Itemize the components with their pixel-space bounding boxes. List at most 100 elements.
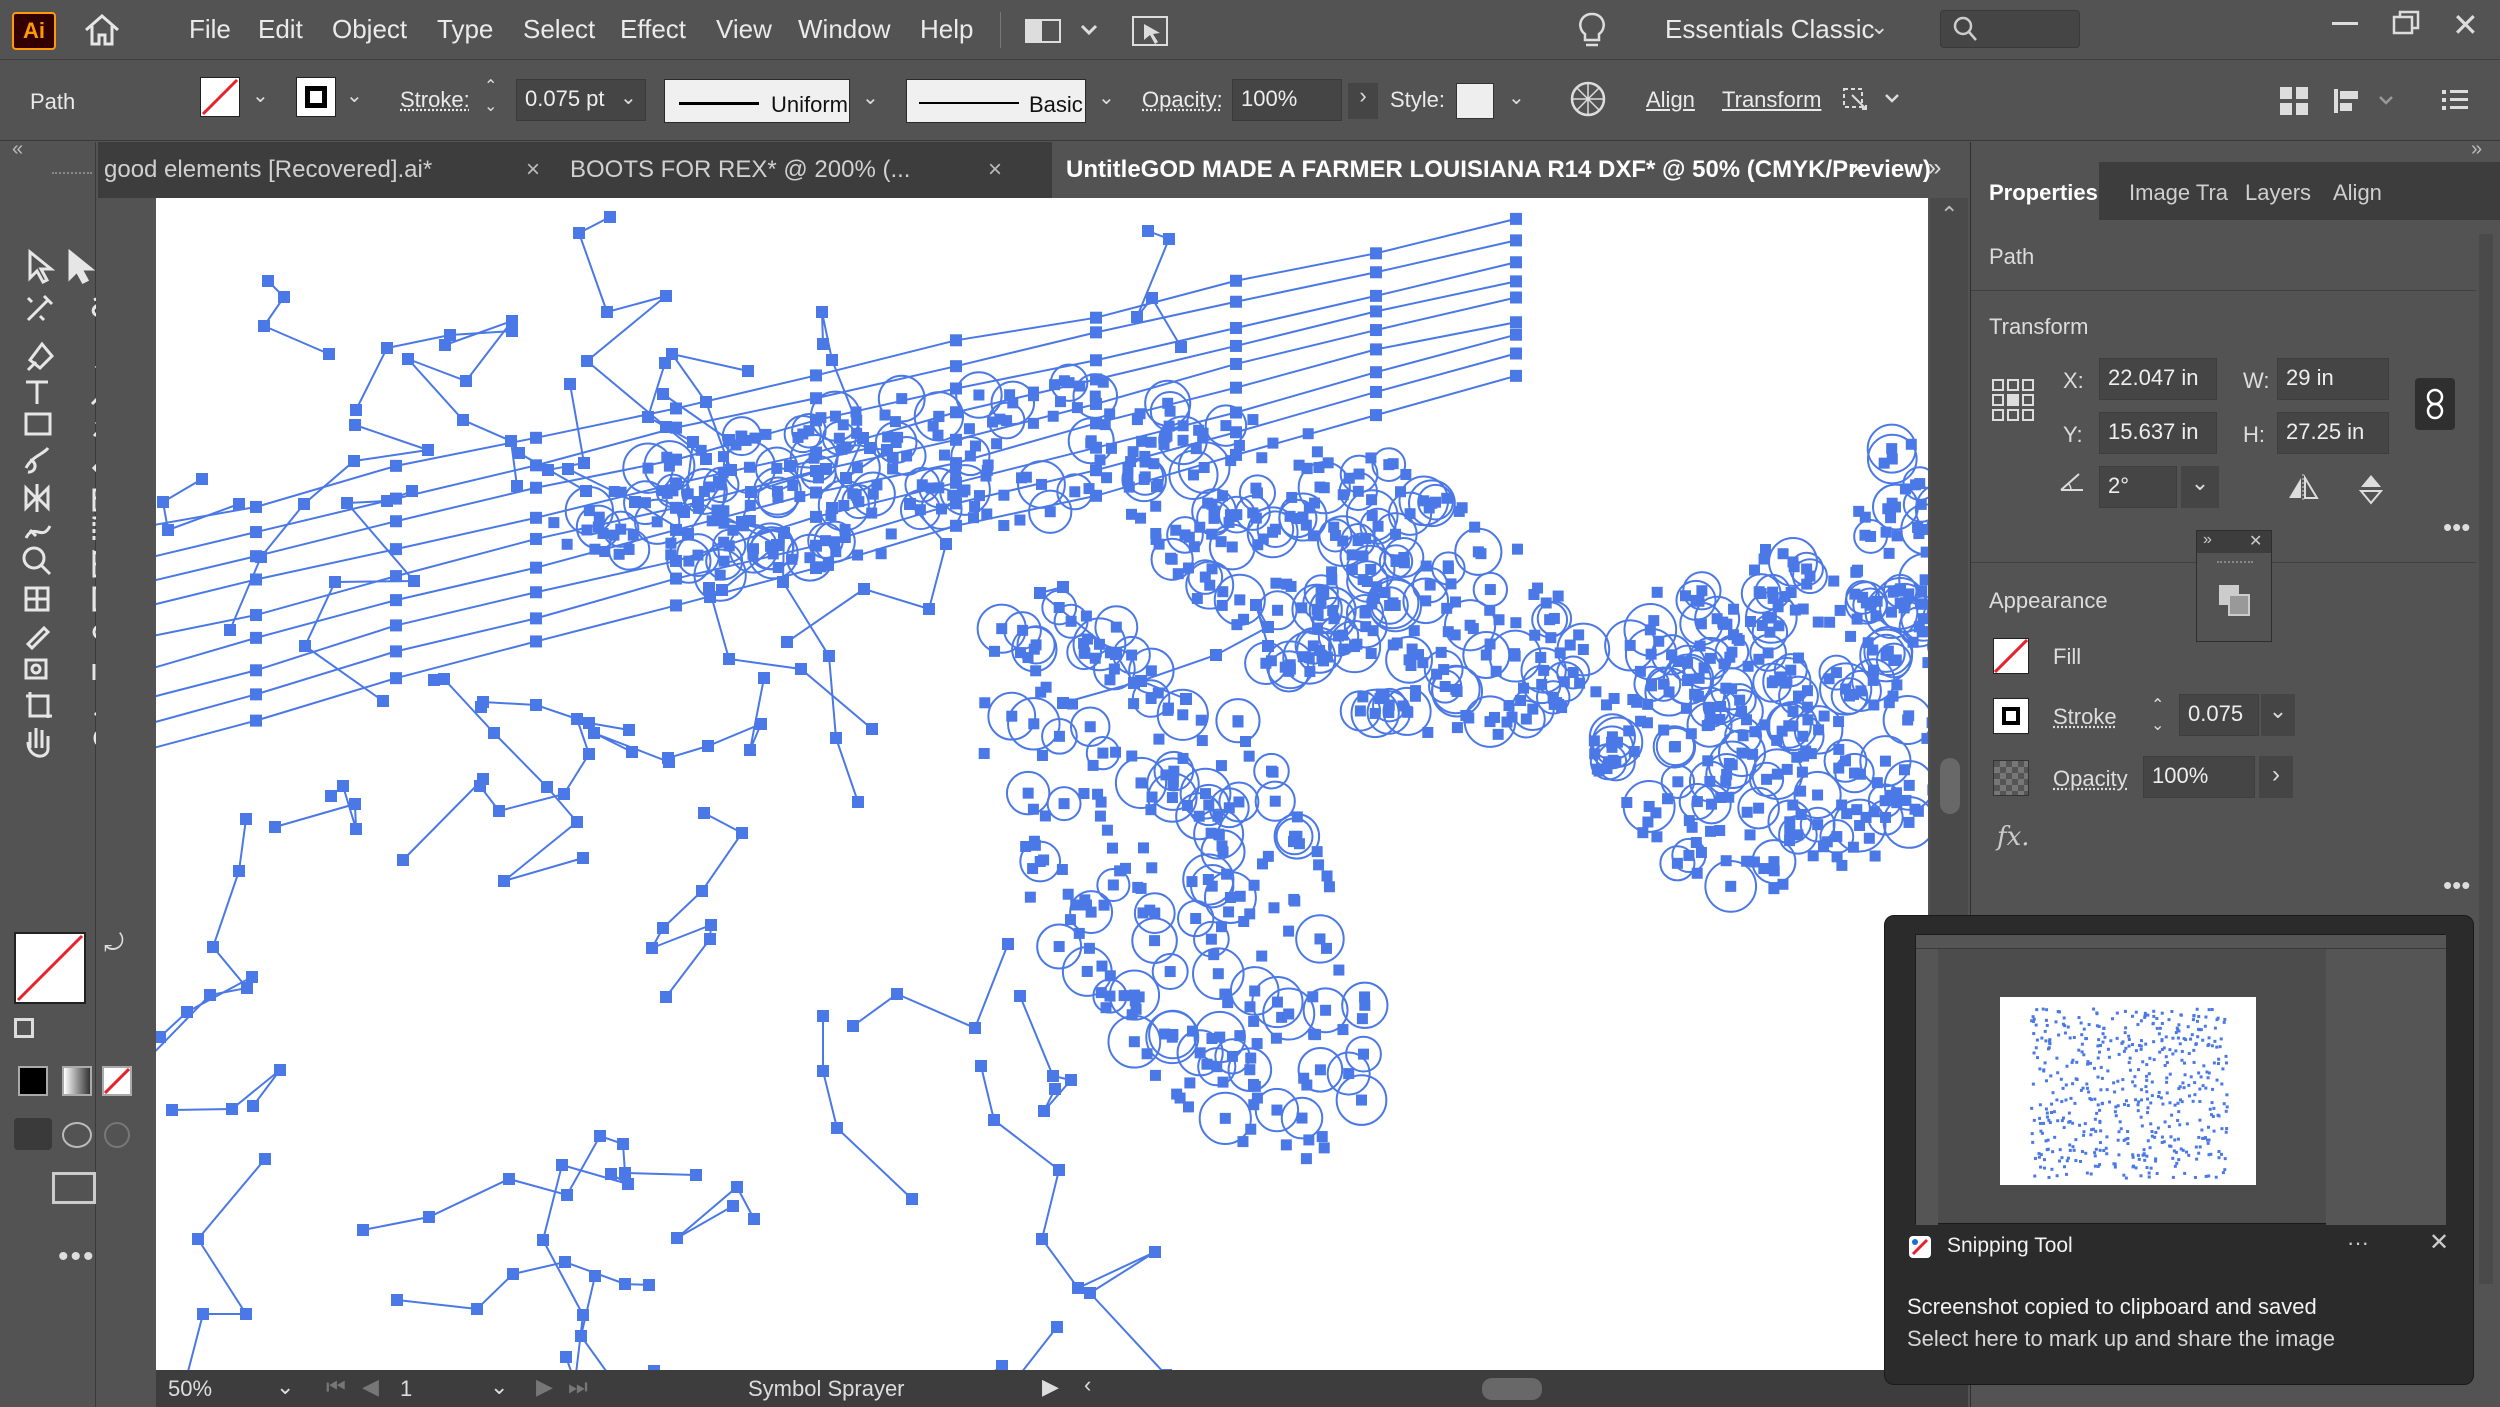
stroke-label[interactable]: Stroke: bbox=[400, 87, 470, 113]
flip-vertical-icon[interactable] bbox=[2357, 472, 2385, 511]
chevron-down-icon[interactable]: ⌄ bbox=[252, 83, 269, 108]
chevron-right-icon[interactable]: › bbox=[2259, 756, 2293, 798]
opacity-label[interactable]: Opacity bbox=[2053, 766, 2128, 792]
chevron-right-icon[interactable]: › bbox=[1348, 83, 1378, 119]
align-options-icon[interactable] bbox=[2332, 85, 2402, 122]
recolor-artwork-icon[interactable] bbox=[1568, 79, 1608, 124]
w-input[interactable]: 29 in bbox=[2277, 358, 2389, 400]
home-icon[interactable] bbox=[82, 12, 122, 53]
reference-point-icon[interactable] bbox=[1991, 378, 2035, 427]
constrain-proportions-icon[interactable] bbox=[2415, 378, 2455, 430]
h-input[interactable]: 27.25 in bbox=[2277, 412, 2389, 454]
transform-link[interactable]: Transform bbox=[1722, 87, 1821, 113]
chevron-down-icon[interactable]: ⌄ bbox=[490, 1374, 508, 1400]
none-mode-icon[interactable] bbox=[102, 1066, 132, 1096]
chevron-down-icon[interactable]: ⌄ bbox=[620, 85, 637, 110]
restore-icon[interactable] bbox=[2390, 8, 2424, 43]
more-options-icon[interactable]: ··· bbox=[2347, 1230, 2369, 1256]
menu-help[interactable]: Help bbox=[920, 14, 973, 45]
zoom-level[interactable]: 50% bbox=[168, 1376, 212, 1402]
scroll-up-icon[interactable]: ⌃ bbox=[1940, 202, 1958, 228]
more-options-icon[interactable]: ••• bbox=[2443, 512, 2470, 543]
fx-icon[interactable]: fx. bbox=[1997, 822, 2030, 852]
menu-effect[interactable]: Effect bbox=[620, 14, 686, 45]
arrange-documents-icon[interactable] bbox=[1024, 16, 1100, 51]
close-icon[interactable]: ✕ bbox=[2452, 6, 2479, 44]
swap-fill-stroke-icon[interactable]: ⤾ bbox=[104, 930, 124, 958]
draw-behind-icon[interactable] bbox=[62, 1122, 92, 1148]
panel-grip[interactable] bbox=[52, 172, 92, 176]
default-colors-icon[interactable] bbox=[14, 1018, 34, 1038]
opacity-label[interactable]: Opacity: bbox=[1142, 87, 1223, 113]
graphic-style-swatch[interactable] bbox=[1456, 83, 1494, 119]
last-artboard-icon[interactable]: ⏭ bbox=[568, 1374, 588, 1400]
pathfinder-icon[interactable] bbox=[2215, 581, 2253, 624]
scroll-left-icon[interactable]: ‹ bbox=[1084, 1372, 1091, 1398]
next-artboard-icon[interactable]: ▶ bbox=[536, 1374, 553, 1400]
prev-artboard-icon[interactable]: ◀ bbox=[362, 1374, 379, 1400]
chevron-down-icon[interactable]: ⌄ bbox=[862, 85, 879, 110]
rotate-input[interactable]: 2° bbox=[2099, 466, 2177, 508]
variable-width-profile[interactable]: Uniform bbox=[664, 79, 850, 123]
close-icon[interactable]: ✕ bbox=[2249, 531, 2262, 551]
brush-definition[interactable]: Basic bbox=[906, 79, 1086, 123]
close-icon[interactable]: × bbox=[526, 156, 540, 184]
tab-image-trace[interactable]: Image Tra bbox=[2129, 180, 2228, 206]
arrange-icon[interactable] bbox=[2278, 85, 2312, 122]
stroke-stepper-icon[interactable]: ⌃ ⌄ bbox=[484, 77, 497, 117]
opacity-input[interactable]: 100% bbox=[1232, 79, 1342, 121]
chevron-down-icon[interactable]: ⌄ bbox=[2181, 466, 2219, 508]
chevron-down-icon[interactable]: ⌄ bbox=[1098, 85, 1115, 110]
vector-artwork[interactable] bbox=[156, 198, 1928, 1370]
x-input[interactable]: 22.047 in bbox=[2099, 358, 2217, 400]
stroke-weight-input[interactable]: 0.075 bbox=[2179, 694, 2259, 736]
collapse-icon[interactable]: » bbox=[2471, 138, 2482, 161]
panel-menu-icon[interactable] bbox=[2440, 87, 2470, 118]
rotate-angle-icon[interactable] bbox=[2057, 466, 2087, 501]
menu-edit[interactable]: Edit bbox=[258, 14, 303, 45]
tab-align[interactable]: Align bbox=[2333, 180, 2382, 206]
menu-object[interactable]: Object bbox=[332, 14, 407, 45]
chevron-down-icon[interactable]: ⌄ bbox=[2261, 694, 2295, 736]
fill-none-swatch[interactable] bbox=[1993, 638, 2029, 674]
screenshot-thumbnail[interactable] bbox=[1915, 934, 2445, 1224]
lightbulb-icon[interactable] bbox=[1576, 10, 1608, 55]
flip-horizontal-icon[interactable] bbox=[2285, 474, 2321, 507]
floating-panel-header[interactable]: » ✕ bbox=[2197, 531, 2271, 553]
color-mode-black-icon[interactable] bbox=[18, 1066, 48, 1096]
play-icon[interactable]: ▶ bbox=[1042, 1374, 1059, 1400]
first-artboard-icon[interactable]: ⏮ bbox=[326, 1374, 346, 1400]
tab-boots-for-rex[interactable]: BOOTS FOR REX* @ 200% (... bbox=[564, 142, 1044, 198]
more-options-icon[interactable]: ••• bbox=[2443, 870, 2470, 901]
close-icon[interactable]: ✕ bbox=[2429, 1228, 2449, 1257]
scroll-thumb[interactable] bbox=[1940, 758, 1960, 814]
more-tools-icon[interactable]: ••• bbox=[58, 1240, 96, 1274]
menu-select[interactable]: Select bbox=[523, 14, 595, 45]
close-icon[interactable]: × bbox=[988, 156, 1002, 184]
artboard-canvas[interactable] bbox=[156, 198, 1928, 1370]
tab-good-elements[interactable]: good elements [Recovered].ai* bbox=[98, 142, 558, 198]
opacity-input[interactable]: 100% bbox=[2143, 756, 2255, 798]
stroke-label[interactable]: Stroke bbox=[2053, 704, 2117, 730]
tab-louisiana-farmer[interactable]: UntitleGOD MADE A FARMER LOUISIANA R14 D… bbox=[1052, 142, 1978, 198]
close-icon[interactable]: × bbox=[1850, 156, 1864, 184]
y-input[interactable]: 15.637 in bbox=[2099, 412, 2217, 454]
more-tabs-icon[interactable]: » bbox=[1928, 154, 1941, 182]
draw-inside-icon[interactable] bbox=[104, 1122, 130, 1148]
menu-view[interactable]: View bbox=[716, 14, 772, 45]
chevron-down-icon[interactable]: ⌄ bbox=[1508, 85, 1525, 110]
menu-window[interactable]: Window bbox=[798, 14, 890, 45]
share-feedback-icon[interactable] bbox=[1130, 14, 1170, 53]
opacity-checker-icon[interactable] bbox=[1993, 760, 2029, 796]
floating-panel[interactable]: » ✕ bbox=[2196, 530, 2272, 642]
fill-none-swatch[interactable] bbox=[200, 77, 240, 117]
minimize-icon[interactable] bbox=[2332, 22, 2358, 25]
screen-mode-icon[interactable] bbox=[52, 1172, 96, 1204]
draw-normal-icon[interactable] bbox=[14, 1118, 52, 1150]
expand-icon[interactable]: » bbox=[2203, 531, 2212, 549]
align-link[interactable]: Align bbox=[1646, 87, 1695, 113]
stroke-swatch[interactable] bbox=[296, 77, 336, 117]
horizontal-scroll-thumb[interactable] bbox=[1482, 1378, 1542, 1400]
snipping-tool-notification[interactable]: Snipping Tool ··· ✕ Screenshot copied to… bbox=[1884, 915, 2474, 1385]
stroke-stepper-icon[interactable]: ⌃ ⌄ bbox=[2151, 696, 2164, 736]
